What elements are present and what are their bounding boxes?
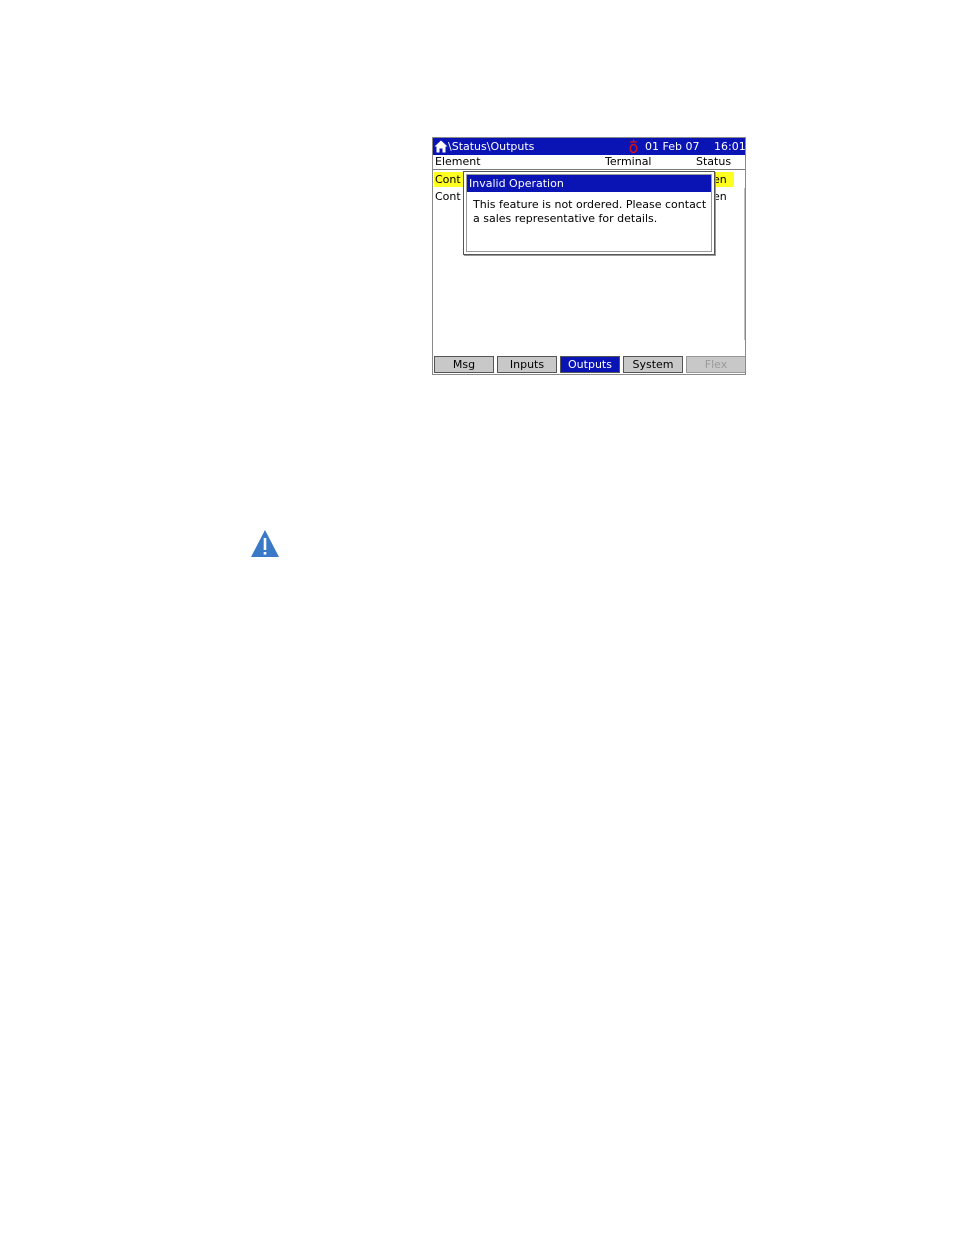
row-element-cell: Cont: [434, 172, 464, 187]
title-bar: \Status\Outputs 01 Feb 07 16:01: [433, 138, 745, 155]
tab-flex: Flex: [686, 356, 745, 373]
row-element-cell: Cont: [435, 190, 461, 203]
home-icon[interactable]: [434, 140, 448, 153]
time-readout: 16:01: [714, 140, 746, 153]
tab-inputs[interactable]: Inputs: [497, 356, 557, 373]
tab-bar: Msg Inputs Outputs System Flex: [433, 356, 745, 374]
relay-front-panel-screen: \Status\Outputs 01 Feb 07 16:01 Element …: [432, 137, 746, 375]
row-status-cell: en: [713, 190, 727, 203]
row-status-cell: en: [712, 172, 734, 187]
tab-system[interactable]: System: [623, 356, 683, 373]
date-readout: 01 Feb 07: [645, 140, 700, 153]
column-header-terminal: Terminal: [605, 155, 652, 168]
column-header-element: Element: [435, 155, 481, 168]
column-header-row: Element Terminal Status: [433, 155, 745, 170]
invalid-operation-dialog[interactable]: Invalid Operation This feature is not or…: [463, 171, 715, 255]
breadcrumb: \Status\Outputs: [448, 140, 535, 153]
column-header-status: Status: [696, 155, 732, 168]
dialog-title: Invalid Operation: [467, 175, 711, 192]
dialog-message: This feature is not ordered. Please cont…: [473, 198, 707, 225]
tab-outputs[interactable]: Outputs: [560, 356, 620, 373]
tab-msg[interactable]: Msg: [434, 356, 494, 373]
scroll-track: [744, 188, 745, 340]
warning-triangle-icon: [251, 530, 279, 557]
alarm-bell-icon: [629, 139, 638, 154]
